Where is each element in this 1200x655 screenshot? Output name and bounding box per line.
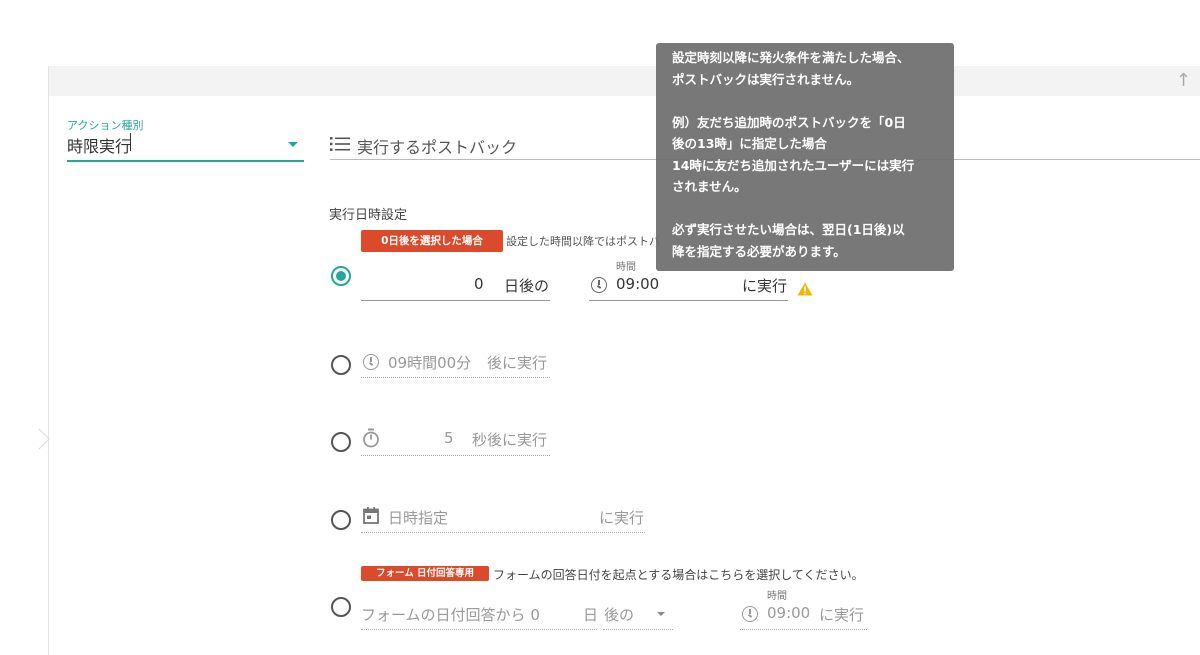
seconds-after-input[interactable]: 5 [444, 429, 454, 447]
arrow-up-icon[interactable]: ↑ [1176, 70, 1191, 91]
hours-after-suffix: 後に実行 [487, 354, 548, 372]
tooltip-line: 必ず実行させたい場合は、翌日(1日後)以 [672, 222, 905, 237]
schedule-title: 実行日時設定 [329, 208, 408, 223]
chevron-left-icon [38, 428, 50, 450]
tooltip-line: 後の13時」に指定した場合 [672, 136, 827, 151]
days-after-input[interactable]: 0 [474, 275, 484, 293]
radio-datetime[interactable] [331, 510, 351, 530]
seconds-after-underline [361, 455, 550, 456]
days-after-suffix: 日後の [504, 277, 550, 295]
radio-days-after[interactable] [331, 266, 351, 286]
form-time-underline [740, 629, 867, 630]
datetime-suffix: に実行 [599, 509, 645, 527]
panel-header: ↑ [49, 66, 1200, 96]
form-date-underline [361, 629, 597, 630]
form-time-label: 時間 [767, 591, 787, 602]
text-cursor [130, 133, 131, 151]
tooltip-line: 降を指定する必要があります。 [672, 243, 846, 259]
zero-day-badge: 0日後を選択した場合 [361, 230, 503, 252]
time-underline [589, 300, 788, 301]
time-label: 時間 [616, 262, 636, 273]
zero-day-note: 設定した時間以降ではポストバ [506, 235, 660, 248]
hours-after-underline [361, 377, 550, 378]
tooltip-line: 14時に友だち追加されたユーザーには実行 [672, 157, 915, 173]
timer-icon [363, 428, 379, 448]
dropdown-arrow-icon[interactable] [288, 142, 298, 147]
tooltip-line: 例）友だち追加時のポストバックを「0日 [672, 114, 906, 130]
form-date-input[interactable]: フォームの日付回答から 0 [361, 604, 540, 625]
hours-after-input[interactable]: 09時間00分 [388, 352, 471, 373]
radio-hours-after[interactable] [331, 355, 351, 375]
form-execute-suffix: に実行 [819, 606, 865, 624]
datetime-underline [361, 532, 645, 533]
seconds-after-suffix: 秒後に実行 [472, 431, 548, 449]
warning-tooltip: 設定時刻以降に発火条件を満たした場合、 ポストバックは実行されません。 例）友だ… [656, 43, 954, 271]
clock-icon [363, 354, 379, 370]
calendar-icon [363, 507, 379, 524]
tooltip-line: されません。 [672, 179, 747, 194]
form-day-unit: 日 [583, 606, 599, 624]
action-type-underline [67, 160, 304, 162]
form-date-badge: フォーム 日付回答専用 [361, 566, 489, 581]
postback-select[interactable]: 実行するポストバック [357, 134, 517, 158]
action-type-select[interactable]: 時限実行 [67, 133, 131, 157]
form-after-underline [603, 629, 673, 630]
form-after-select[interactable]: 後の [604, 604, 634, 625]
form-time-input[interactable]: 09:00 [767, 604, 810, 622]
dropdown-arrow-icon[interactable] [657, 612, 665, 616]
clock-icon [591, 277, 607, 293]
tooltip-line: ポストバックは実行されません。 [672, 71, 860, 87]
time-input[interactable]: 09:00 [616, 275, 659, 293]
radio-form-date[interactable] [331, 597, 351, 617]
list-icon [330, 137, 350, 151]
clock-icon [742, 606, 758, 622]
action-type-label: アクション種別 [67, 119, 144, 132]
tooltip-line: 設定時刻以降に発火条件を満たした場合、 [672, 50, 910, 65]
warning-icon[interactable] [797, 282, 813, 296]
days-after-underline [361, 300, 550, 301]
radio-seconds-after[interactable] [331, 432, 351, 452]
form-date-note: フォームの回答日付を起点とする場合はこちらを選択してください。 [493, 568, 864, 582]
execute-suffix: に実行 [742, 277, 788, 295]
datetime-input[interactable]: 日時指定 [388, 507, 448, 528]
